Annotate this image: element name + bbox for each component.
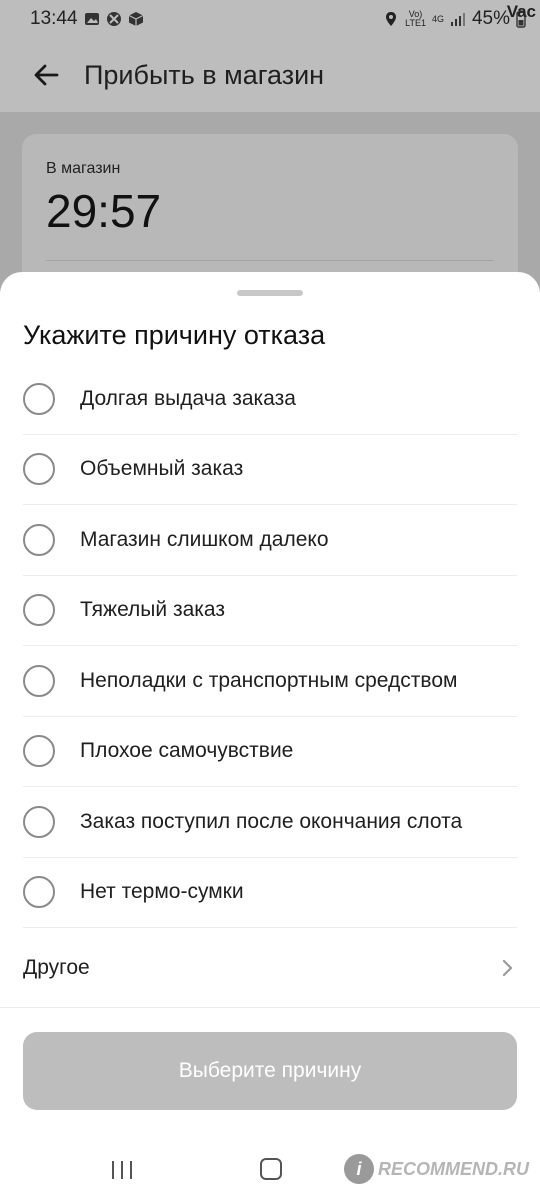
package-icon <box>128 12 143 26</box>
location-icon <box>386 12 397 26</box>
reason-option[interactable]: Заказ поступил после окончания слота <box>23 787 517 858</box>
reason-option[interactable]: Тяжелый заказ <box>23 576 517 646</box>
watermark-text: RECOMMEND.RU <box>378 1158 529 1179</box>
system-nav-bar: i RECOMMEND.RU <box>0 1138 540 1200</box>
radio-button[interactable] <box>23 805 55 838</box>
radio-button[interactable] <box>23 876 55 909</box>
radio-button[interactable] <box>23 523 55 556</box>
vpn-icon <box>106 12 121 26</box>
battery-percent: 45% <box>471 8 510 29</box>
radio-button[interactable] <box>23 735 55 768</box>
chevron-right-icon <box>497 958 517 978</box>
reason-label: Плохое самочувствие <box>80 739 294 763</box>
reason-option[interactable]: Нет термо-сумки <box>23 858 517 928</box>
reason-label: Заказ поступил после окончания слота <box>80 809 463 833</box>
reason-option[interactable]: Плохое самочувствие <box>23 717 517 787</box>
recent-apps-icon[interactable] <box>110 1160 134 1180</box>
submit-reason-button[interactable]: Выберите причину <box>23 1032 517 1110</box>
reason-label: Тяжелый заказ <box>80 598 225 622</box>
status-bar: 13:44 Vo) LTE1 4G 45% Vac <box>0 0 540 38</box>
lte-label: LTE1 <box>405 18 426 28</box>
reason-option[interactable]: Объемный заказ <box>23 435 517 505</box>
store-timer: 29:57 <box>46 185 162 237</box>
status-time: 13:44 <box>30 8 78 29</box>
reason-label: Объемный заказ <box>80 457 244 481</box>
reason-label: Долгая выдача заказа <box>80 386 296 410</box>
image-icon <box>84 13 99 25</box>
radio-button[interactable] <box>23 453 55 486</box>
home-icon[interactable] <box>260 1158 282 1180</box>
corner-label: Vac <box>506 2 536 21</box>
reason-option[interactable]: Магазин слишком далеко <box>23 505 517 576</box>
radio-button[interactable] <box>23 594 55 627</box>
other-reason-label: Другое <box>23 955 90 979</box>
reason-bottom-sheet: Укажите причину отказа Долгая выдача зак… <box>0 272 540 1200</box>
card-divider <box>46 260 494 261</box>
watermark-badge: i <box>344 1154 374 1184</box>
reason-label: Магазин слишком далеко <box>80 527 329 551</box>
network-type: 4G <box>431 13 444 24</box>
watermark: i RECOMMEND.RU <box>344 1152 529 1186</box>
app-bar: Прибыть в магазин <box>0 38 540 112</box>
other-reason-row[interactable]: Другое <box>0 928 540 1008</box>
store-timer-card: В магазин 29:57 <box>22 134 518 294</box>
reason-option[interactable]: Неполадки с транспортным средством <box>23 646 517 717</box>
arrow-left-icon <box>34 64 59 86</box>
reason-label: Нет термо-сумки <box>80 880 244 904</box>
sheet-title: Укажите причину отказа <box>23 320 326 350</box>
sheet-drag-handle[interactable] <box>237 290 303 296</box>
radio-button[interactable] <box>23 382 55 415</box>
signal-icon <box>450 13 465 26</box>
reason-option[interactable]: Долгая выдача заказа <box>23 364 517 435</box>
store-label: В магазин <box>46 160 121 177</box>
reason-list: Долгая выдача заказа Объемный заказ Мага… <box>23 364 517 928</box>
page-title: Прибыть в магазин <box>84 59 325 90</box>
back-button[interactable] <box>30 59 62 91</box>
radio-button[interactable] <box>23 664 55 697</box>
reason-label: Неполадки с транспортным средством <box>80 668 458 692</box>
